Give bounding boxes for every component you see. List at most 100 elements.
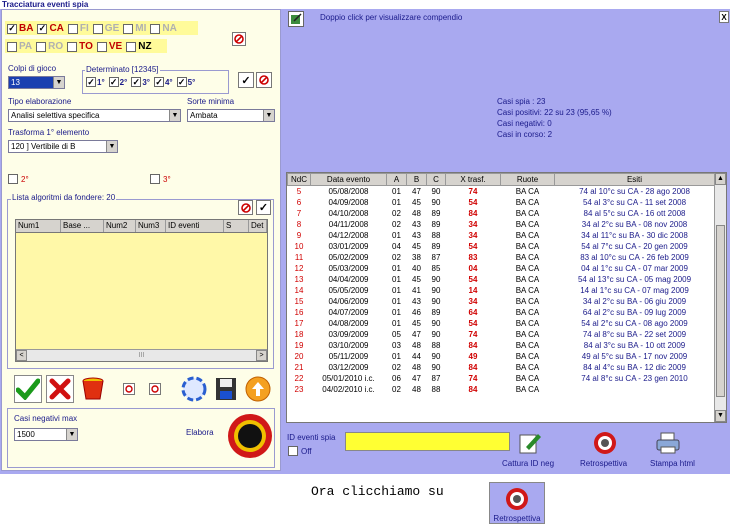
cattura-button[interactable] xyxy=(517,430,543,456)
scroll-thumb[interactable] xyxy=(716,225,725,397)
scroll-up-button[interactable]: ▲ xyxy=(715,173,726,185)
det-1-checkbox[interactable]: ✓ xyxy=(86,77,96,87)
table-row[interactable]: 13 04/04/2009 01 45 90 54 BA CA 54 al 13°c su C… xyxy=(288,274,715,285)
wheel-nz-checkbox[interactable] xyxy=(126,41,137,52)
table-row[interactable]: 8 04/11/2008 02 43 89 34 BA CA 34 al 2°c su BA … xyxy=(288,219,715,230)
table-row[interactable]: 16 04/07/2009 01 46 89 64 BA CA 64 al 2°c su BA… xyxy=(288,307,715,318)
table-row[interactable]: 23 04/02/2010 i.c. 02 48 88 84 BA CA xyxy=(288,384,715,395)
col-num1[interactable]: Num1 xyxy=(16,220,61,232)
algorithms-grid[interactable]: Num1 Base ... Num2 Num3 ID eventi S Det … xyxy=(15,219,268,362)
determinato-check-all-button[interactable]: ✓ xyxy=(238,72,254,88)
table-row[interactable]: 15 04/06/2009 01 43 90 34 BA CA 34 al 2°c su BA… xyxy=(288,296,715,307)
remove-button-2[interactable] xyxy=(149,383,161,395)
compendio-icon-button[interactable] xyxy=(288,11,304,27)
opt3-checkbox[interactable] xyxy=(150,174,160,184)
cattura-label: Cattura ID neg xyxy=(502,459,555,468)
opt2-checkbox[interactable] xyxy=(8,174,18,184)
wheel-mi-checkbox[interactable] xyxy=(123,23,134,34)
col-b[interactable]: B xyxy=(406,173,427,186)
col-c[interactable]: C xyxy=(426,173,446,186)
no-icon xyxy=(151,385,159,393)
scroll-right-button[interactable]: > xyxy=(256,350,267,361)
remove-button-1[interactable] xyxy=(123,383,135,395)
tipo-select[interactable]: Analisi selettiva specifica ▼ xyxy=(8,109,181,122)
up-button[interactable] xyxy=(244,375,272,403)
elabora-button[interactable] xyxy=(226,412,274,460)
wheel-fi-checkbox[interactable] xyxy=(67,23,78,34)
scroll-left-button[interactable]: < xyxy=(16,350,27,361)
bucket-button[interactable] xyxy=(80,375,106,403)
wheel-ve-checkbox[interactable] xyxy=(96,41,107,52)
table-row[interactable]: 6 04/09/2008 01 45 90 54 BA CA 54 al 3°c su CA … xyxy=(288,197,715,208)
col-esiti[interactable]: Esiti xyxy=(554,173,714,186)
footer-retrospettiva-button[interactable]: Retrospettiva xyxy=(489,482,545,524)
lista-check-button[interactable]: ✓ xyxy=(256,200,271,215)
table-row[interactable]: 9 04/12/2008 01 43 88 34 BA CA 34 al 11°c su BA… xyxy=(288,230,715,241)
table-row[interactable]: 20 05/11/2009 01 44 90 49 BA CA 49 al 5°c su BA… xyxy=(288,351,715,362)
col-data-evento[interactable]: Data evento xyxy=(310,173,387,186)
cell-b: 47 xyxy=(412,330,421,339)
off-checkbox[interactable] xyxy=(288,446,298,456)
table-row[interactable]: 21 03/12/2009 02 48 90 84 BA CA 84 al 4°c su BA… xyxy=(288,362,715,373)
cell-a: 04 xyxy=(392,242,401,251)
cell-a: 01 xyxy=(392,264,401,273)
det-4-checkbox[interactable]: ✓ xyxy=(153,77,164,87)
events-vscrollbar[interactable]: ▲ ▼ xyxy=(714,173,726,422)
refresh-button[interactable] xyxy=(180,375,208,403)
table-row[interactable]: 22 05/01/2010 i.c. 06 47 87 74 BA CA 74 al 8°c … xyxy=(288,373,715,384)
wheel-to-checkbox[interactable] xyxy=(67,41,78,52)
lista-clear-button[interactable] xyxy=(238,200,253,215)
id-eventi-input[interactable] xyxy=(345,432,510,451)
casi-neg-max-select[interactable]: 1500 ▼ xyxy=(14,428,78,441)
retrospettiva-button[interactable] xyxy=(592,430,618,456)
col-ruote[interactable]: Ruote xyxy=(500,173,555,186)
col-id-eventi[interactable]: ID eventi xyxy=(166,220,224,232)
scroll-down-button[interactable]: ▼ xyxy=(715,410,726,422)
wheel-ba-checkbox[interactable]: ✓ xyxy=(7,23,17,34)
col-ndc[interactable]: NdC xyxy=(287,173,311,186)
cell-esiti: 04 al 1°c su CA - 07 mar 2009 xyxy=(581,264,688,273)
det-2-checkbox[interactable]: ✓ xyxy=(108,77,119,87)
det-5-checkbox[interactable]: ✓ xyxy=(176,77,187,87)
col-num3[interactable]: Num3 xyxy=(136,220,166,232)
wheel-na-checkbox[interactable] xyxy=(150,23,161,34)
summary-block: Casi spia : 23 Casi positivi: 22 su 23 (… xyxy=(497,96,612,140)
clear-wheels-button[interactable] xyxy=(232,32,246,46)
delete-button[interactable] xyxy=(46,375,74,403)
table-row[interactable]: 17 04/08/2009 01 45 90 54 BA CA 54 al 2°c su CA… xyxy=(288,318,715,329)
col-s[interactable]: S xyxy=(224,220,249,232)
grid-hscrollbar[interactable]: < III > xyxy=(16,349,267,361)
scroll-thumb[interactable]: III xyxy=(27,352,256,359)
save-button[interactable] xyxy=(213,375,239,403)
cell-ndc: 14 xyxy=(294,286,304,295)
wheel-pa-checkbox[interactable] xyxy=(7,41,17,52)
cell-c: 88 xyxy=(431,231,441,240)
table-row[interactable]: 5 05/08/2008 01 47 90 74 BA CA 74 al 10°c su CA… xyxy=(288,186,715,198)
table-row[interactable]: 7 04/10/2008 02 48 89 84 BA CA 84 al 5°c su CA … xyxy=(288,208,715,219)
table-row[interactable]: 12 05/03/2009 01 40 85 04 BA CA 04 al 1°c su CA… xyxy=(288,263,715,274)
col-num2[interactable]: Num2 xyxy=(104,220,136,232)
wheel-ca-checkbox[interactable]: ✓ xyxy=(37,23,48,34)
col-a[interactable]: A xyxy=(386,173,407,186)
stampa-button[interactable] xyxy=(655,430,681,456)
summary-positivi: Casi positivi: 22 su 23 (95,65 %) xyxy=(497,108,612,117)
wheel-ge-checkbox[interactable] xyxy=(92,23,103,34)
cell-b: 48 xyxy=(412,385,421,394)
col-det[interactable]: Det xyxy=(249,220,267,232)
sorte-select[interactable]: Ambata ▼ xyxy=(187,109,275,122)
table-row[interactable]: 11 05/02/2009 02 38 87 83 BA CA 83 al 10°c su C… xyxy=(288,252,715,263)
cell-a: 01 xyxy=(392,275,401,284)
col-x-trasf[interactable]: X trasf. xyxy=(445,173,501,186)
col-base[interactable]: Base ... xyxy=(61,220,104,232)
close-button[interactable]: X xyxy=(719,11,729,23)
determinato-clear-button[interactable] xyxy=(256,72,272,88)
table-row[interactable]: 19 03/10/2009 03 48 88 84 BA CA 84 al 3°c su BA… xyxy=(288,340,715,351)
table-row[interactable]: 14 05/05/2009 01 41 90 14 BA CA 14 al 1°c su CA… xyxy=(288,285,715,296)
trasforma-select[interactable]: 120 ] Vertibile di B ▼ xyxy=(8,140,118,153)
det-3-checkbox[interactable]: ✓ xyxy=(131,77,142,87)
table-row[interactable]: 10 03/01/2009 04 45 89 54 BA CA 54 al 7°c su CA… xyxy=(288,241,715,252)
colpi-select[interactable]: 13 ▼ xyxy=(8,76,65,89)
wheel-ro-checkbox[interactable] xyxy=(36,41,47,52)
table-row[interactable]: 18 03/09/2009 05 47 90 74 BA CA 74 al 8°c su BA… xyxy=(288,329,715,340)
confirm-button[interactable] xyxy=(14,375,42,403)
